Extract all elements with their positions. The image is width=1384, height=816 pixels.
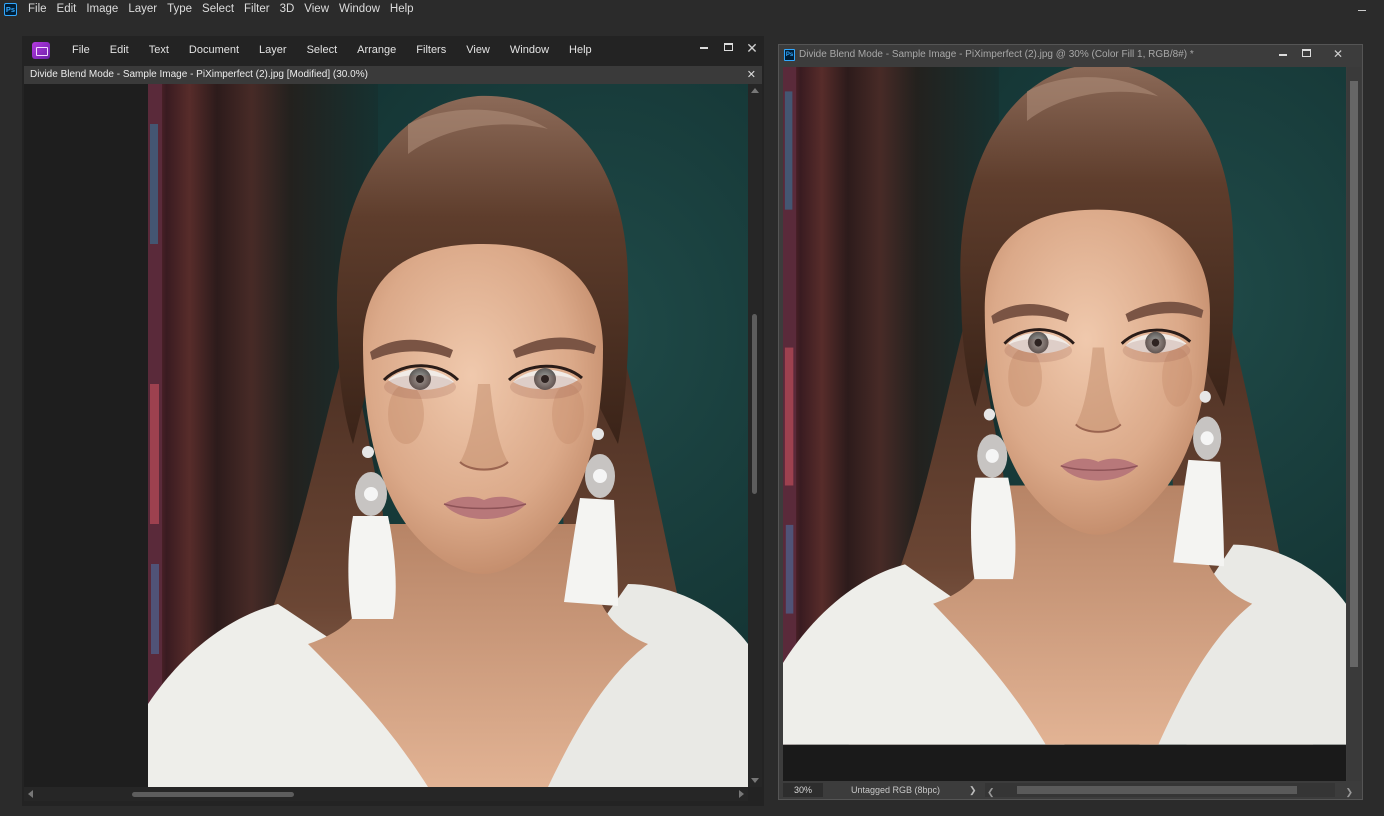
ps-menu-3d[interactable]: 3D	[275, 0, 300, 19]
ps-close-icon[interactable]: ✕	[1330, 48, 1346, 60]
ps-status-menu-arrow-icon[interactable]: ❯	[969, 781, 977, 799]
aff-menu-filters[interactable]: Filters	[406, 36, 456, 64]
ps-menu-select[interactable]: Select	[197, 0, 239, 19]
ps-document-info[interactable]: Untagged RGB (8bpc)	[851, 781, 940, 799]
aff-maximize-icon[interactable]	[724, 43, 733, 51]
ps-portrait-photo	[783, 67, 1346, 747]
aff-menu-text[interactable]: Text	[139, 36, 179, 64]
ps-minimize-icon[interactable]	[1275, 46, 1291, 60]
ps-canvas[interactable]	[783, 67, 1346, 781]
aff-menu-select[interactable]: Select	[297, 36, 348, 64]
aff-document-tab[interactable]: Divide Blend Mode - Sample Image - PiXim…	[24, 66, 762, 84]
aff-scroll-right-icon[interactable]	[739, 790, 744, 798]
aff-scroll-left-icon[interactable]	[28, 790, 33, 798]
ps-scroll-left-icon[interactable]: ❮	[987, 783, 995, 801]
ps-scroll-right-icon[interactable]: ❯	[1345, 783, 1353, 801]
ps-app-minimize-icon[interactable]	[1354, 2, 1370, 16]
aff-canvas[interactable]	[24, 84, 748, 787]
ps-menu-image[interactable]: Image	[81, 0, 123, 19]
aff-scroll-up-icon[interactable]	[751, 88, 759, 93]
ps-menu-edit[interactable]: Edit	[52, 0, 82, 19]
aff-document-title: Divide Blend Mode - Sample Image - PiXim…	[30, 69, 368, 80]
aff-portrait-photo	[148, 84, 748, 787]
aff-menu-arrange[interactable]: Arrange	[347, 36, 406, 64]
ps-menu-help[interactable]: Help	[385, 0, 419, 19]
photoshop-document-window: Ps Divide Blend Mode - Sample Image - Pi…	[778, 44, 1363, 800]
aff-tab-close-icon[interactable]: ✕	[747, 66, 756, 84]
ps-vertical-scrollbar[interactable]	[1347, 67, 1361, 781]
ps-zoom-field[interactable]: 30%	[783, 783, 823, 797]
ps-menu-type[interactable]: Type	[162, 0, 197, 19]
ps-menu-window[interactable]: Window	[334, 0, 385, 19]
photoshop-menu-bar: Ps File Edit Image Layer Type Select Fil…	[0, 0, 1384, 19]
aff-horizontal-scroll-thumb[interactable]	[132, 792, 294, 797]
ps-menu-file[interactable]: File	[23, 0, 52, 19]
aff-close-icon[interactable]: ✕	[744, 41, 760, 55]
affinity-menu-bar: File Edit Text Document Layer Select Arr…	[22, 36, 764, 64]
aff-menu-window[interactable]: Window	[500, 36, 559, 64]
ps-maximize-icon[interactable]	[1302, 49, 1311, 57]
affinity-photo-logo-icon	[32, 41, 50, 59]
aff-menu-document[interactable]: Document	[179, 36, 249, 64]
aff-minimize-icon[interactable]	[696, 39, 712, 55]
ps-vertical-scroll-thumb[interactable]	[1350, 81, 1358, 667]
aff-menu-edit[interactable]: Edit	[100, 36, 139, 64]
aff-vertical-scrollbar[interactable]	[748, 84, 762, 787]
aff-menu-file[interactable]: File	[62, 36, 100, 64]
affinity-photo-window: File Edit Text Document Layer Select Arr…	[22, 36, 764, 806]
aff-menu-help[interactable]: Help	[559, 36, 602, 64]
ps-status-bar: 30% Untagged RGB (8bpc) ❯ ❮ ❯	[779, 781, 1362, 799]
ps-menu-filter[interactable]: Filter	[239, 0, 275, 19]
ps-menu-view[interactable]: View	[299, 0, 334, 19]
ps-menu-layer[interactable]: Layer	[123, 0, 162, 19]
aff-menu-layer[interactable]: Layer	[249, 36, 297, 64]
ps-horizontal-scroll-thumb[interactable]	[1017, 786, 1297, 794]
aff-vertical-scroll-thumb[interactable]	[752, 314, 757, 494]
ps-document-title: Divide Blend Mode - Sample Image - PiXim…	[799, 49, 1194, 60]
photoshop-document-icon: Ps	[784, 49, 795, 61]
ps-horizontal-scrollbar[interactable]: ❮ ❯	[985, 783, 1353, 797]
aff-horizontal-scrollbar[interactable]	[24, 787, 748, 801]
aff-menu-view[interactable]: View	[456, 36, 500, 64]
photoshop-logo-icon[interactable]: Ps	[4, 3, 17, 16]
aff-scroll-down-icon[interactable]	[751, 778, 759, 783]
